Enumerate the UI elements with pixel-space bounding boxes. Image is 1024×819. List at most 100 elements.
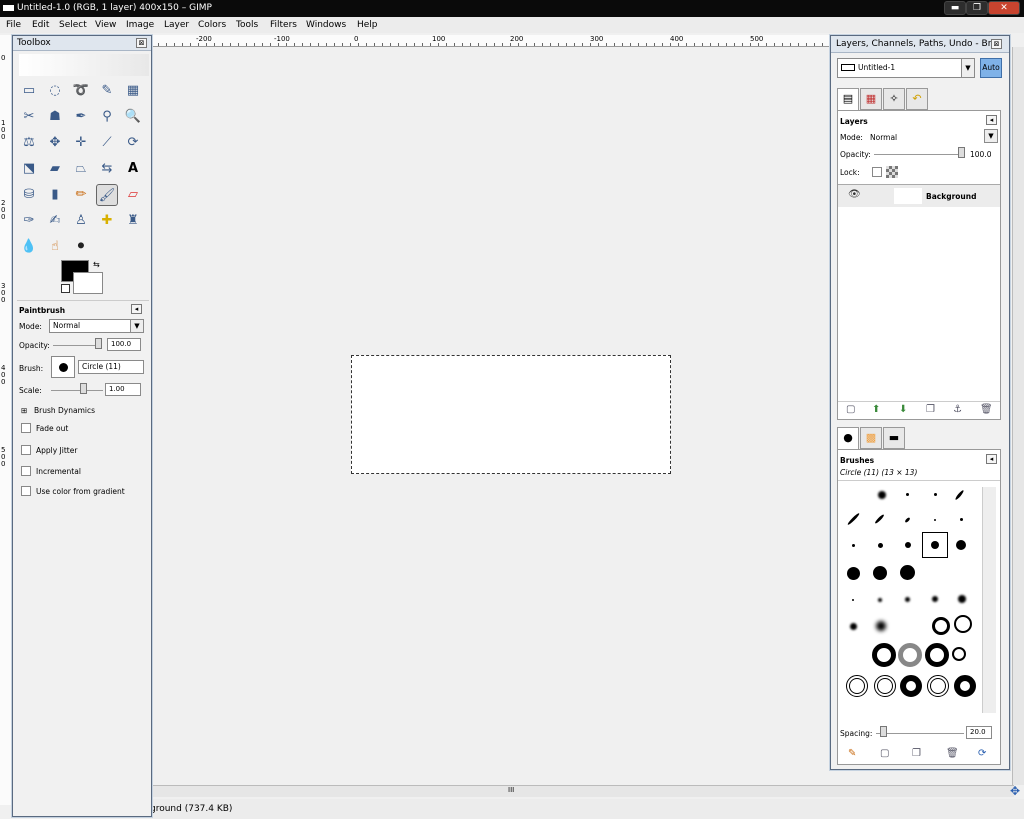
brush-cell[interactable]	[874, 513, 885, 525]
scale-slider-thumb[interactable]	[80, 383, 87, 394]
new-brush-icon[interactable]: ▢	[880, 748, 889, 759]
color-picker-icon[interactable]: ⚲	[96, 106, 118, 128]
brush-cell[interactable]	[956, 540, 966, 550]
wilber-logo[interactable]	[19, 54, 149, 76]
brush-cell[interactable]	[852, 544, 855, 547]
layers-tab-icon[interactable]: ▤	[837, 88, 859, 110]
brush-cell[interactable]	[846, 512, 861, 526]
maximize-button[interactable]: ❐	[966, 1, 988, 15]
layers-mode-dropdown[interactable]: ▼	[984, 129, 998, 143]
color-gradient-checkbox[interactable]	[21, 486, 31, 496]
opacity-slider[interactable]	[53, 345, 99, 346]
brush-cell[interactable]	[954, 615, 972, 633]
duplicate-brush-icon[interactable]: ❐	[912, 748, 921, 759]
spacing-slider-thumb[interactable]	[880, 726, 887, 737]
text-icon[interactable]: A	[122, 158, 144, 180]
zoom-icon[interactable]: 🔍	[122, 106, 144, 128]
brush-cell[interactable]	[878, 598, 882, 602]
scissors-icon[interactable]: ✂	[18, 106, 40, 128]
selected-brush-cell[interactable]	[922, 532, 948, 558]
layer-row-background[interactable]: 👁 Background	[838, 185, 1000, 207]
brush-cell[interactable]	[958, 595, 966, 603]
blend-icon[interactable]: ▮	[44, 184, 66, 206]
brush-cell[interactable]	[934, 519, 936, 521]
brush-preview[interactable]	[51, 356, 75, 378]
align-icon[interactable]: ✛	[70, 132, 92, 154]
brush-cell[interactable]	[874, 675, 896, 697]
tool-options-menu-icon[interactable]: ◂	[131, 304, 142, 314]
foreground-select-icon[interactable]: ☗	[44, 106, 66, 128]
blur-icon[interactable]: 💧	[18, 236, 40, 258]
brush-cell[interactable]	[932, 617, 950, 635]
patterns-tab-icon[interactable]: ▩	[860, 427, 882, 449]
eraser-icon[interactable]: ▱	[122, 184, 144, 206]
background-color[interactable]	[73, 272, 103, 294]
heal-icon[interactable]: ✚	[96, 210, 118, 232]
dock-close-icon[interactable]: ⊠	[991, 39, 1002, 49]
brush-cell[interactable]	[960, 518, 963, 521]
image-canvas[interactable]	[351, 355, 671, 474]
brush-cell[interactable]	[900, 565, 915, 580]
menu-image[interactable]: Image	[126, 17, 154, 33]
color-select-icon[interactable]: ▦	[122, 80, 144, 102]
bucket-fill-icon[interactable]: ⛁	[18, 184, 40, 206]
mode-combo[interactable]: Normal ▼	[49, 319, 144, 333]
horizontal-scrollbar[interactable]: III	[150, 785, 1014, 797]
fuzzy-select-icon[interactable]: ✎	[96, 80, 118, 102]
brush-cell[interactable]	[850, 623, 857, 630]
edit-brush-icon[interactable]: ✎	[848, 748, 856, 759]
image-combo[interactable]: Untitled-1 ▼	[837, 58, 975, 78]
ink-icon[interactable]: ✍	[44, 210, 66, 232]
refresh-brushes-icon[interactable]: ⟳	[978, 748, 986, 759]
delete-brush-icon[interactable]: 🗑	[946, 748, 959, 759]
menu-view[interactable]: View	[95, 17, 116, 33]
brush-cell[interactable]	[932, 596, 938, 602]
pencil-icon[interactable]: ✏	[70, 184, 92, 206]
channels-tab-icon[interactable]: ▦	[860, 88, 882, 110]
brush-cell[interactable]	[954, 675, 976, 697]
menu-windows[interactable]: Windows	[306, 17, 346, 33]
scale-slider[interactable]	[51, 390, 103, 391]
ellipse-select-icon[interactable]: ◌	[44, 80, 66, 102]
undo-tab-icon[interactable]: ↶	[906, 88, 928, 110]
scale-spin[interactable]: 1.00	[105, 383, 141, 396]
brush-cell[interactable]	[905, 542, 911, 548]
incremental-checkbox[interactable]	[21, 466, 31, 476]
rect-select-icon[interactable]: ▭	[18, 80, 40, 102]
clone-icon[interactable]: ♙	[70, 210, 92, 232]
brush-cell[interactable]	[872, 643, 896, 667]
horizontal-ruler[interactable]: -200 -100 0 100 200 300 400 500	[150, 35, 830, 47]
layers-mode-value[interactable]: Normal	[870, 133, 897, 142]
paintbrush-icon[interactable]: 🖌	[96, 184, 118, 206]
menu-file[interactable]: File	[6, 17, 21, 33]
layer-name[interactable]: Background	[926, 192, 976, 201]
smudge-icon[interactable]: ☝	[44, 236, 66, 258]
menu-select[interactable]: Select	[59, 17, 87, 33]
brush-cell[interactable]	[927, 675, 949, 697]
brush-cell[interactable]	[878, 491, 886, 499]
auto-button[interactable]: Auto	[980, 58, 1002, 78]
lock-alpha-icon[interactable]	[886, 166, 898, 178]
layers-opacity-value[interactable]: 100.0	[970, 150, 991, 159]
brush-cell[interactable]	[925, 643, 949, 667]
brush-cell[interactable]	[906, 493, 909, 496]
swap-colors-icon[interactable]: ⇆	[93, 260, 100, 269]
lasso-icon[interactable]: ➰	[70, 80, 92, 102]
brush-cell[interactable]	[873, 566, 887, 580]
brush-cell[interactable]	[876, 621, 886, 631]
measure-icon[interactable]: ⚖	[18, 132, 40, 154]
shear-icon[interactable]: ▰	[44, 158, 66, 180]
apply-jitter-checkbox[interactable]	[21, 445, 31, 455]
toolbox-close-icon[interactable]: ⊠	[136, 38, 147, 48]
default-colors-icon[interactable]	[61, 284, 70, 293]
lower-layer-icon[interactable]: ⬇	[899, 404, 907, 415]
brush-cell[interactable]	[847, 567, 860, 580]
flip-icon[interactable]: ⇆	[96, 158, 118, 180]
raise-layer-icon[interactable]: ⬆	[872, 404, 880, 415]
spacing-slider[interactable]	[876, 733, 964, 734]
vertical-ruler[interactable]: 0 1 0 0 2 0 0 3 0 0 4 0 0 5 0 0	[0, 35, 12, 805]
opacity-slider-thumb[interactable]	[95, 338, 102, 349]
eye-icon[interactable]: 👁	[848, 189, 861, 200]
rotate-icon[interactable]: ⟳	[122, 132, 144, 154]
brush-cell[interactable]	[952, 647, 966, 661]
